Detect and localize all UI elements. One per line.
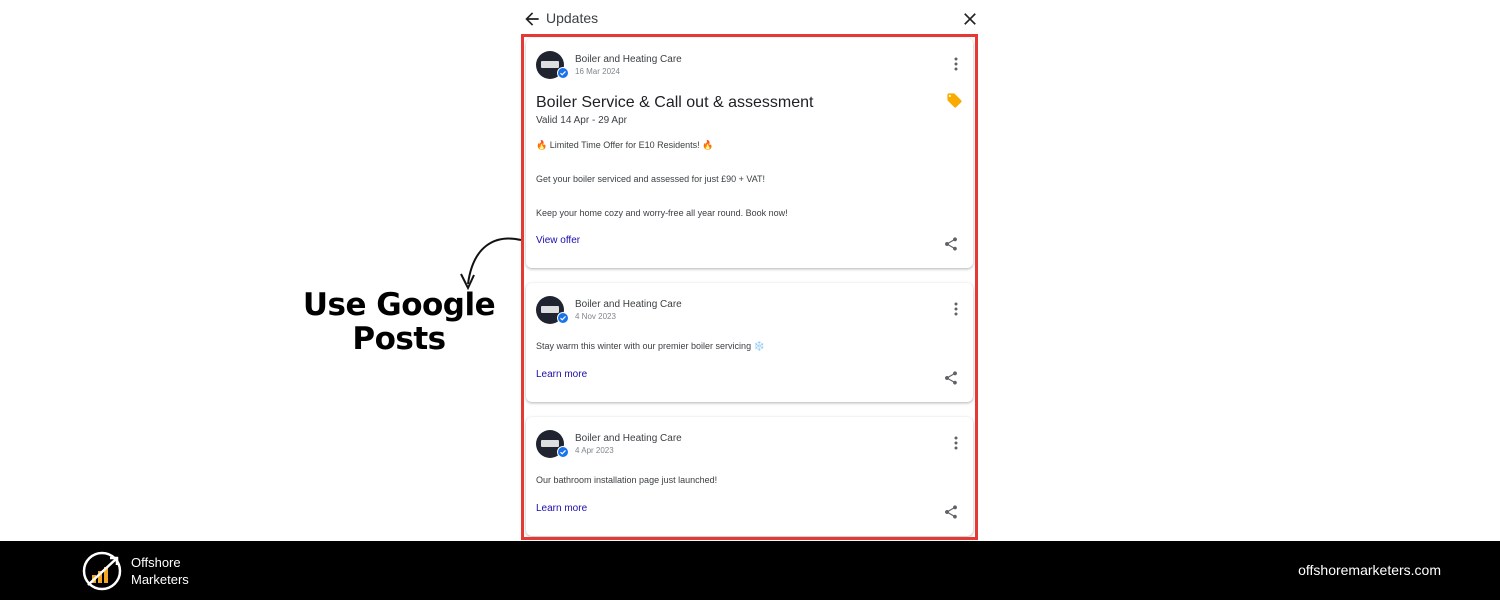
- brand-line-2: Marketers: [131, 572, 189, 587]
- panel-title: Updates: [546, 10, 599, 26]
- offshore-marketers-logo-icon: [82, 551, 122, 591]
- brand-line-1: Offshore: [131, 555, 181, 570]
- panel-header: Updates: [520, 6, 982, 32]
- annotation-line-1: Use Google: [302, 287, 496, 323]
- brand-name: Offshore Marketers: [131, 554, 189, 588]
- close-icon[interactable]: [960, 9, 980, 29]
- annotation-line-2: Posts: [352, 321, 446, 357]
- back-arrow-icon[interactable]: [522, 9, 542, 29]
- annotation-text: Use Google Posts: [300, 288, 498, 356]
- website-url[interactable]: offshoremarketers.com: [1298, 562, 1441, 578]
- highlight-box: [521, 34, 978, 540]
- footer-bar: Offshore Marketers offshoremarketers.com: [0, 541, 1500, 600]
